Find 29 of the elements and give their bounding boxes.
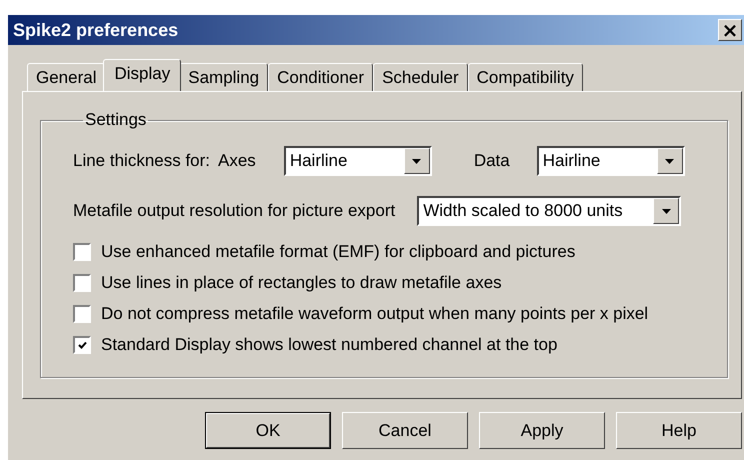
- checkbox-label: Use lines in place of rectangles to draw metafile axes: [101, 273, 502, 293]
- checkbox[interactable]: [73, 274, 91, 292]
- window-title: Spike2 preferences: [13, 20, 178, 40]
- tab[interactable]: Conditioner: [268, 63, 374, 91]
- field-label: Data: [474, 151, 510, 171]
- dropdown[interactable]: Hairline: [536, 146, 685, 176]
- tab[interactable]: Sampling: [179, 63, 268, 91]
- field-label: Line thickness for:: [73, 151, 210, 171]
- checkbox-label: Standard Display shows lowest numbered channel at the top: [101, 335, 558, 355]
- checkbox[interactable]: [73, 243, 91, 261]
- dropdown[interactable]: Hairline: [284, 146, 432, 176]
- checkbox-label: Do not compress metafile waveform output when many points per x pixel: [101, 304, 648, 324]
- tab[interactable]: Scheduler: [373, 63, 468, 91]
- tab[interactable]: General: [27, 63, 106, 91]
- checkbox[interactable]: [73, 305, 91, 323]
- dialog-button[interactable]: Cancel: [342, 412, 468, 449]
- field-label: Metafile output resolution for picture export: [73, 201, 396, 221]
- check-icon: [78, 340, 86, 350]
- tab[interactable]: Compatibility: [468, 63, 583, 91]
- field-label: Axes: [218, 151, 256, 171]
- dialog-button[interactable]: Apply: [479, 412, 605, 449]
- dialog-button[interactable]: Help: [616, 412, 742, 449]
- tab[interactable]: Display: [103, 59, 182, 91]
- checkbox-label: Use enhanced metafile format (EMF) for clipboard and pictures: [101, 242, 576, 262]
- checkbox[interactable]: [73, 336, 91, 354]
- group-title: Settings: [84, 110, 148, 130]
- close-button[interactable]: ×: [718, 19, 742, 41]
- dialog-button[interactable]: OK: [205, 412, 331, 449]
- dropdown[interactable]: Width scaled to 8000 units: [417, 196, 682, 226]
